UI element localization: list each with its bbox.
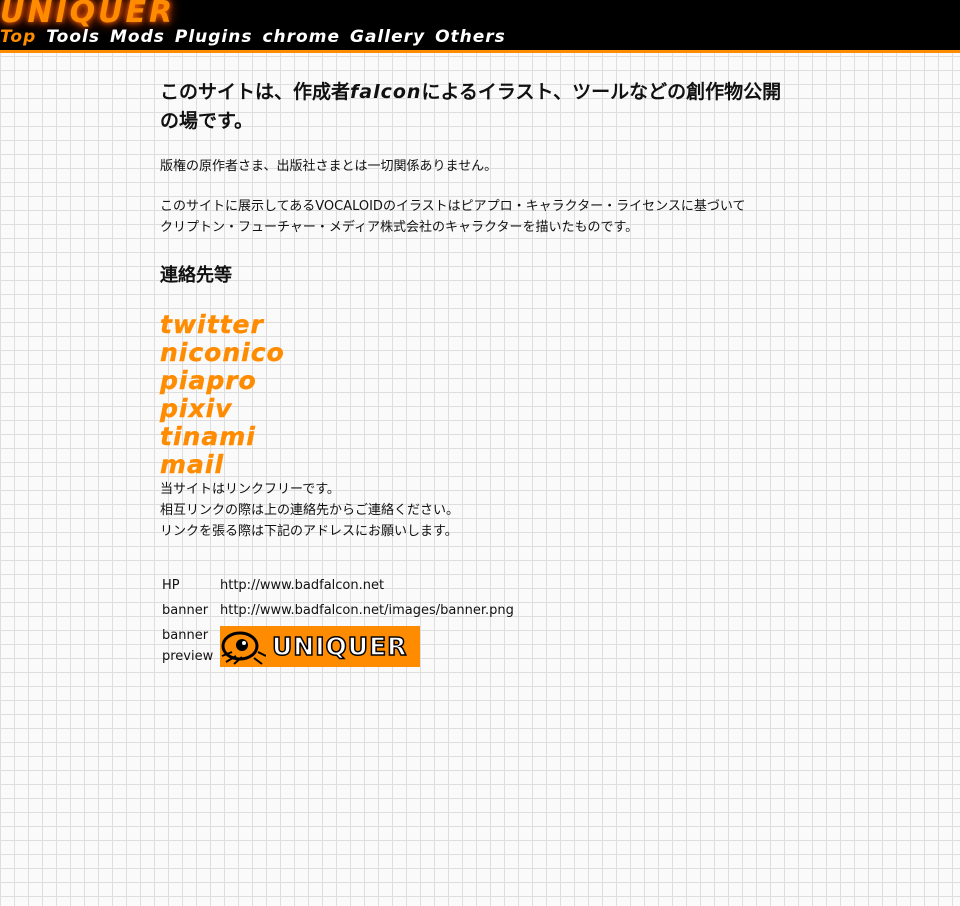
site-intro: このサイトは、作成者falconによるイラスト、ツールなどの創作物公開の場です。 bbox=[160, 78, 800, 136]
banner-logo-text: UNIQUER bbox=[271, 632, 408, 661]
site-header: UNIQUER Top Tools Mods Plugins chrome Ga… bbox=[0, 0, 960, 53]
table-row: banner http://www.badfalcon.net/images/b… bbox=[162, 600, 514, 625]
main-content: このサイトは、作成者falconによるイラスト、ツールなどの創作物公開の場です。… bbox=[160, 78, 800, 671]
niconico-link[interactable]: niconico bbox=[160, 338, 800, 367]
site-logo[interactable]: UNIQUER bbox=[0, 0, 175, 30]
hp-label: HP bbox=[162, 578, 180, 593]
tinami-link[interactable]: tinami bbox=[160, 422, 800, 451]
banner-url: http://www.badfalcon.net/images/banner.p… bbox=[220, 603, 514, 618]
nav-top[interactable]: Top bbox=[0, 27, 36, 47]
link-policy-line-2: 相互リンクの際は上の連絡先からご連絡ください。 bbox=[160, 503, 460, 518]
author-name: falcon bbox=[350, 81, 422, 103]
mail-link[interactable]: mail bbox=[160, 450, 800, 479]
falcon-eye-icon bbox=[221, 631, 266, 665]
nav-gallery[interactable]: Gallery bbox=[350, 27, 425, 47]
pixiv-link[interactable]: pixiv bbox=[160, 394, 800, 423]
contact-links: twitter niconico piapro pixiv tinami mai… bbox=[160, 310, 800, 479]
table-row: HP http://www.badfalcon.net bbox=[162, 575, 514, 600]
preview-label-line-2: preview bbox=[162, 649, 214, 664]
vocaloid-license-notice: このサイトに展示してあるVOCALOIDのイラストはピアプロ・キャラクター・ライ… bbox=[160, 196, 800, 238]
link-policy-line-3: リンクを張る際は下記のアドレスにお願いします。 bbox=[160, 524, 458, 539]
banner-preview-cell: UNIQUER bbox=[220, 625, 514, 671]
nav-others[interactable]: Others bbox=[435, 27, 506, 47]
link-info-table: HP http://www.badfalcon.net banner http:… bbox=[160, 575, 516, 671]
vocaloid-line-2: クリプトン・フューチャー・メディア株式会社のキャラクターを描いたものです。 bbox=[160, 220, 639, 235]
contact-heading: 連絡先等 bbox=[160, 265, 232, 286]
intro-pre: このサイトは、作成者 bbox=[160, 81, 351, 103]
nav-chrome[interactable]: chrome bbox=[262, 27, 340, 47]
copyright-notice: 版権の原作者さま、出版社さまとは一切関係ありません。 bbox=[160, 159, 498, 174]
preview-label-line-1: banner bbox=[162, 628, 209, 643]
link-policy-line-1: 当サイトはリンクフリーです。 bbox=[160, 482, 340, 497]
piapro-link[interactable]: piapro bbox=[160, 366, 800, 395]
nav-plugins[interactable]: Plugins bbox=[175, 27, 253, 47]
twitter-link[interactable]: twitter bbox=[160, 310, 800, 339]
hp-url: http://www.badfalcon.net bbox=[220, 578, 385, 593]
link-policy: 当サイトはリンクフリーです。 相互リンクの際は上の連絡先からご連絡ください。 リ… bbox=[160, 479, 800, 542]
vocaloid-line-1: このサイトに展示してあるVOCALOIDのイラストはピアプロ・キャラクター・ライ… bbox=[160, 199, 746, 214]
nav-mods[interactable]: Mods bbox=[110, 27, 165, 47]
banner-image[interactable]: UNIQUER bbox=[220, 626, 420, 667]
banner-preview-label: banner preview bbox=[162, 625, 218, 671]
banner-label: banner bbox=[162, 603, 209, 618]
main-nav: Top Tools Mods Plugins chrome Gallery Ot… bbox=[0, 27, 506, 47]
nav-tools[interactable]: Tools bbox=[46, 27, 100, 47]
table-row: banner preview UNIQUER bbox=[162, 625, 514, 671]
